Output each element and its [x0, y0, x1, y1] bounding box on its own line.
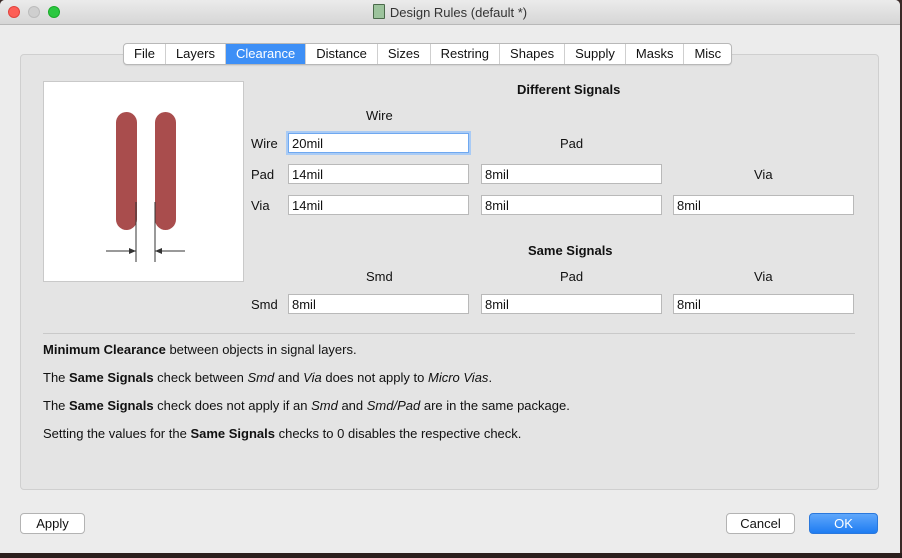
tab-masks[interactable]: Masks: [626, 44, 685, 64]
pad-pad-clearance-input[interactable]: [481, 164, 662, 184]
tab-sizes[interactable]: Sizes: [378, 44, 431, 64]
same-smd-pad-input[interactable]: [481, 294, 662, 314]
same-smd-smd-input[interactable]: [288, 294, 469, 314]
tab-supply[interactable]: Supply: [565, 44, 626, 64]
tab-file[interactable]: File: [124, 44, 166, 64]
pad-wire-clearance-input[interactable]: [288, 164, 469, 184]
same-row-label-smd: Smd: [251, 297, 278, 312]
design-rules-window: Design Rules (default *) File Layers Cle…: [0, 0, 900, 553]
desktop-background-strip: [0, 553, 902, 558]
tab-shapes[interactable]: Shapes: [500, 44, 566, 64]
wire-clearance-illustration: [106, 112, 185, 262]
same-col-label-via: Via: [754, 269, 773, 284]
same-signals-heading: Same Signals: [528, 243, 613, 258]
col-label-pad: Pad: [560, 136, 584, 151]
description-line-2: The Same Signals check between Smd and V…: [43, 370, 493, 385]
same-col-label-smd: Smd: [366, 269, 393, 284]
via-pad-clearance-input[interactable]: [481, 195, 662, 215]
wire-wire-clearance-input[interactable]: [288, 133, 469, 153]
row-label-via: Via: [251, 198, 270, 213]
arrow-head-right-icon: [155, 248, 162, 254]
clearance-preview-image: [43, 81, 244, 282]
window-title: Design Rules (default *): [0, 4, 900, 20]
col-label-via: Via: [754, 167, 773, 182]
app-icon: [372, 4, 385, 19]
tab-misc[interactable]: Misc: [684, 44, 731, 64]
via-via-clearance-input[interactable]: [673, 195, 854, 215]
same-col-label-pad: Pad: [560, 269, 584, 284]
col-label-wire: Wire: [366, 108, 393, 123]
window-title-text: Design Rules (default *): [389, 5, 528, 20]
wire-shape-left: [116, 112, 137, 230]
apply-button[interactable]: Apply: [20, 513, 85, 534]
description-line-1: Minimum Clearance between objects in sig…: [43, 342, 357, 357]
different-signals-heading: Different Signals: [517, 82, 621, 97]
tab-bar: File Layers Clearance Distance Sizes Res…: [123, 43, 733, 65]
tab-restring[interactable]: Restring: [431, 44, 501, 64]
same-smd-via-input[interactable]: [673, 294, 854, 314]
section-divider: [43, 333, 855, 334]
tab-distance[interactable]: Distance: [306, 44, 378, 64]
row-label-pad: Pad: [251, 167, 275, 182]
row-label-wire: Wire: [251, 136, 278, 151]
arrow-head-left-icon: [129, 248, 136, 254]
description-line-4: Setting the values for the Same Signals …: [43, 426, 522, 441]
tab-clearance[interactable]: Clearance: [225, 44, 307, 64]
tab-layers[interactable]: Layers: [166, 44, 226, 64]
description-line-3: The Same Signals check does not apply if…: [43, 398, 570, 413]
wire-shape-right: [155, 112, 176, 230]
cancel-button[interactable]: Cancel: [726, 513, 795, 534]
via-wire-clearance-input[interactable]: [288, 195, 469, 215]
ok-button[interactable]: OK: [809, 513, 878, 534]
title-bar[interactable]: Design Rules (default *): [0, 0, 900, 25]
